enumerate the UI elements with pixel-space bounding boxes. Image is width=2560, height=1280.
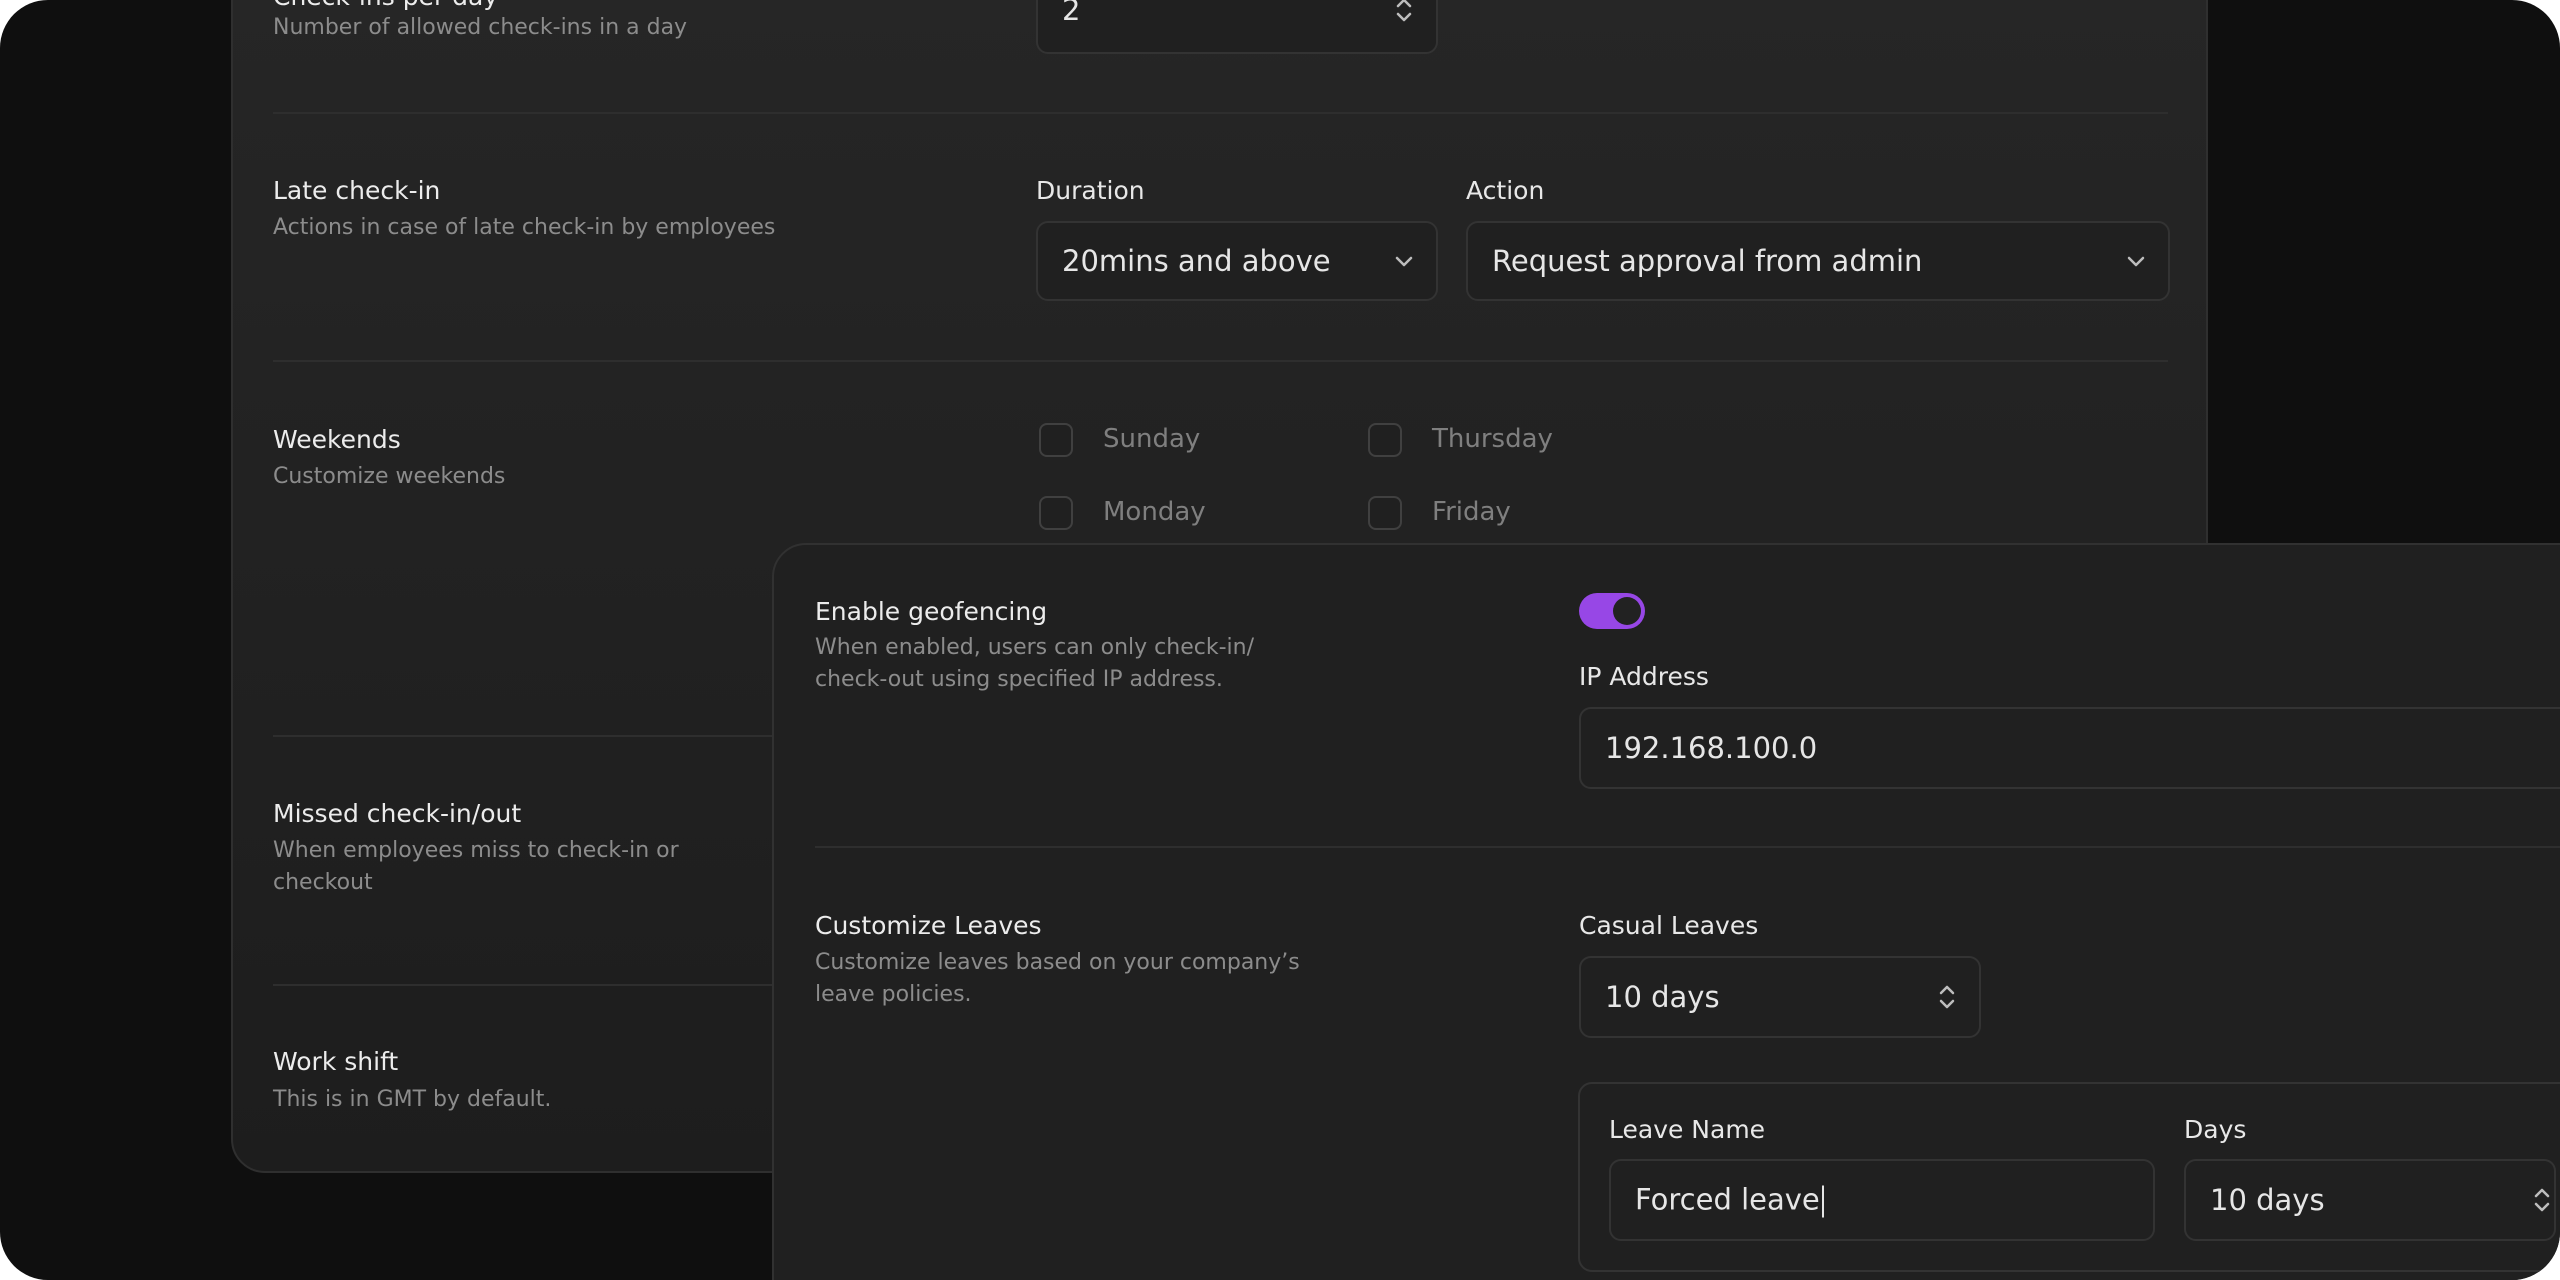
- stepper-chevrons-icon: [1396, 0, 1412, 22]
- text-cursor: [1821, 1185, 1824, 1218]
- leave-name-input[interactable]: Forced leave: [1609, 1159, 2155, 1241]
- divider: [815, 846, 2560, 848]
- checkins-description: Number of allowed check-ins in a day: [273, 15, 688, 40]
- missed-checkin-description-cont: checkout: [273, 870, 373, 895]
- checkins-title: Check-ins per day: [273, 0, 498, 11]
- stepper-chevrons-icon: [2534, 1188, 2550, 1212]
- checkbox-sunday[interactable]: [1039, 423, 1073, 457]
- weekends-description: Customize weekends: [273, 464, 506, 489]
- work-shift-description: This is in GMT by default.: [273, 1087, 552, 1112]
- weekend-day-label: Thursday: [1432, 424, 1553, 454]
- geofencing-description: When enabled, users can only check-in/: [815, 635, 1254, 660]
- action-select[interactable]: Request approval from admin: [1466, 221, 2170, 301]
- missed-checkin-title: Missed check-in/out: [273, 799, 522, 828]
- late-checkin-description: Actions in case of late check-in by empl…: [273, 215, 776, 240]
- geofencing-title: Enable geofencing: [815, 597, 1048, 626]
- casual-leaves-value: 10 days: [1605, 980, 1720, 1014]
- weekend-day-label: Friday: [1432, 497, 1511, 527]
- chevron-down-icon: [2127, 256, 2145, 267]
- screen: Check-ins per day Number of allowed chec…: [0, 0, 2560, 1280]
- ip-address-input[interactable]: 192.168.100.0: [1579, 707, 2560, 789]
- geofencing-description-cont: check-out using specified IP address.: [815, 667, 1223, 692]
- casual-leaves-stepper[interactable]: 10 days: [1579, 956, 1981, 1038]
- action-label: Action: [1466, 176, 1545, 205]
- checkbox-thursday[interactable]: [1368, 423, 1402, 457]
- ip-address-label: IP Address: [1579, 662, 1709, 691]
- work-shift-title: Work shift: [273, 1047, 399, 1076]
- action-value: Request approval from admin: [1492, 244, 1923, 278]
- duration-label: Duration: [1036, 176, 1145, 205]
- customize-leaves-title: Customize Leaves: [815, 911, 1042, 940]
- duration-select[interactable]: 20mins and above: [1036, 221, 1438, 301]
- duration-value: 20mins and above: [1062, 244, 1331, 278]
- weekend-day-label: Monday: [1103, 497, 1206, 527]
- late-checkin-title: Late check-in: [273, 176, 441, 205]
- checkins-stepper[interactable]: 2: [1036, 0, 1438, 54]
- days-label: Days: [2184, 1115, 2247, 1144]
- weekend-day-label: Sunday: [1103, 424, 1201, 454]
- missed-checkin-description: When employees miss to check-in or: [273, 838, 679, 863]
- divider: [273, 360, 2168, 362]
- leave-name-label: Leave Name: [1609, 1115, 1766, 1144]
- customize-leaves-description: Customize leaves based on your company’s: [815, 950, 1300, 975]
- ip-address-value: 192.168.100.0: [1605, 731, 1818, 765]
- days-value: 10 days: [2210, 1183, 2325, 1217]
- casual-leaves-label: Casual Leaves: [1579, 911, 1759, 940]
- customize-leaves-description-cont: leave policies.: [815, 982, 972, 1007]
- chevron-down-icon: [1395, 256, 1413, 267]
- checkbox-friday[interactable]: [1368, 496, 1402, 530]
- days-stepper[interactable]: 10 days: [2184, 1159, 2556, 1241]
- weekends-title: Weekends: [273, 425, 401, 454]
- checkbox-monday[interactable]: [1039, 496, 1073, 530]
- divider: [273, 984, 773, 986]
- checkins-value: 2: [1062, 0, 1081, 27]
- leave-name-value: Forced leave: [1635, 1182, 1820, 1217]
- divider: [273, 112, 2168, 114]
- stepper-chevrons-icon: [1939, 985, 1955, 1009]
- geofencing-toggle[interactable]: [1579, 593, 1645, 629]
- toggle-knob: [1613, 597, 1641, 625]
- divider: [273, 735, 773, 737]
